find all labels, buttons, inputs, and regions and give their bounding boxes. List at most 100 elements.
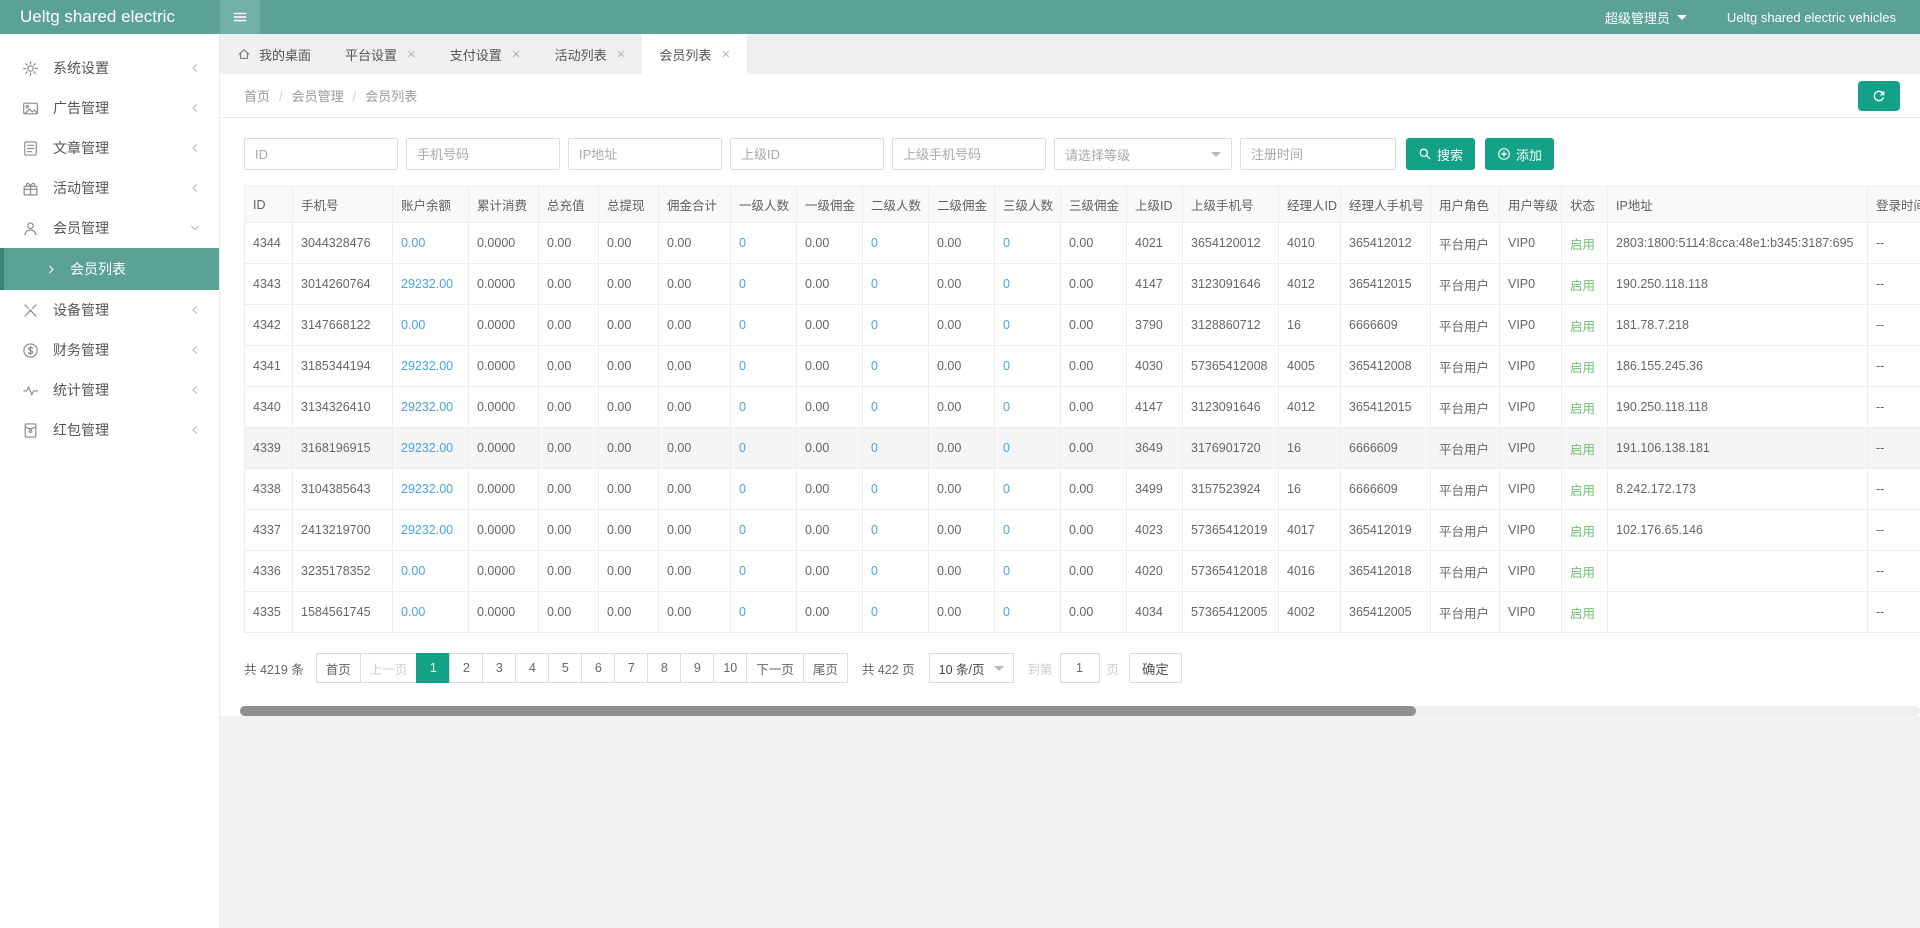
horizontal-scrollbar[interactable] — [240, 706, 1920, 716]
cell-lv1-count[interactable]: 0 — [731, 387, 797, 428]
cell-lv2-count[interactable]: 0 — [863, 510, 929, 551]
breadcrumb-item[interactable]: 首页 — [244, 89, 270, 104]
cell-status[interactable]: 启用 — [1562, 264, 1608, 305]
cell-lv2-count[interactable]: 0 — [863, 428, 929, 469]
breadcrumb-item[interactable]: 会员列表 — [365, 89, 417, 104]
cell-balance[interactable]: 29232.00 — [393, 387, 469, 428]
cell-balance[interactable]: 0.00 — [393, 223, 469, 264]
prev-page-button[interactable]: 上一页 — [360, 653, 418, 683]
cell-lv2-count[interactable]: 0 — [863, 223, 929, 264]
parent-phone-filter-input[interactable] — [892, 138, 1046, 170]
cell-balance[interactable]: 29232.00 — [393, 469, 469, 510]
refresh-button[interactable] — [1858, 81, 1900, 111]
next-page-button[interactable]: 下一页 — [746, 653, 804, 683]
page-button-5[interactable]: 5 — [548, 653, 582, 683]
sidebar-item-device[interactable]: 设备管理 — [0, 290, 219, 330]
cell-balance[interactable]: 0.00 — [393, 305, 469, 346]
cell-lv1-count[interactable]: 0 — [731, 510, 797, 551]
close-icon[interactable]: × — [407, 47, 416, 62]
close-icon[interactable]: × — [721, 47, 730, 62]
cell-balance[interactable]: 0.00 — [393, 551, 469, 592]
sidebar-item-activity[interactable]: 活动管理 — [0, 168, 219, 208]
id-filter-input[interactable] — [244, 138, 398, 170]
cell-lv1-count[interactable]: 0 — [731, 264, 797, 305]
tab-activity-list[interactable]: 活动列表× — [538, 34, 643, 74]
page-button-3[interactable]: 3 — [482, 653, 516, 683]
cell-lv3-count[interactable]: 0 — [995, 223, 1061, 264]
last-page-button[interactable]: 尾页 — [803, 653, 848, 683]
ip-filter-input[interactable] — [568, 138, 722, 170]
cell-status[interactable]: 启用 — [1562, 510, 1608, 551]
cell-status[interactable]: 启用 — [1562, 592, 1608, 633]
tab-payment[interactable]: 支付设置× — [433, 34, 538, 74]
cell-status[interactable]: 启用 — [1562, 428, 1608, 469]
sidebar-item-ads[interactable]: 广告管理 — [0, 88, 219, 128]
cell-status[interactable]: 启用 — [1562, 223, 1608, 264]
cell-lv1-count[interactable]: 0 — [731, 469, 797, 510]
cell-lv2-count[interactable]: 0 — [863, 305, 929, 346]
cell-lv2-count[interactable]: 0 — [863, 551, 929, 592]
phone-filter-input[interactable] — [406, 138, 560, 170]
page-button-8[interactable]: 8 — [647, 653, 681, 683]
cell-lv3-count[interactable]: 0 — [995, 305, 1061, 346]
cell-lv3-count[interactable]: 0 — [995, 592, 1061, 633]
cell-lv3-count[interactable]: 0 — [995, 346, 1061, 387]
cell-lv3-count[interactable]: 0 — [995, 428, 1061, 469]
cell-status[interactable]: 启用 — [1562, 305, 1608, 346]
tab-platform[interactable]: 平台设置× — [328, 34, 433, 74]
search-button[interactable]: 搜索 — [1406, 138, 1475, 170]
cell-balance[interactable]: 29232.00 — [393, 264, 469, 305]
close-icon[interactable]: × — [512, 47, 521, 62]
cell-status[interactable]: 启用 — [1562, 469, 1608, 510]
cell-lv2-count[interactable]: 0 — [863, 387, 929, 428]
add-button[interactable]: 添加 — [1485, 138, 1554, 170]
page-button-10[interactable]: 10 — [713, 653, 747, 683]
cell-lv3-count[interactable]: 0 — [995, 510, 1061, 551]
cell-lv1-count[interactable]: 0 — [731, 551, 797, 592]
page-button-6[interactable]: 6 — [581, 653, 615, 683]
page-button-7[interactable]: 7 — [614, 653, 648, 683]
cell-lv3-count[interactable]: 0 — [995, 387, 1061, 428]
cell-lv1-count[interactable]: 0 — [731, 305, 797, 346]
cell-status[interactable]: 启用 — [1562, 346, 1608, 387]
cell-lv2-count[interactable]: 0 — [863, 264, 929, 305]
close-icon[interactable]: × — [617, 47, 626, 62]
cell-lv2-count[interactable]: 0 — [863, 469, 929, 510]
cell-lv1-count[interactable]: 0 — [731, 428, 797, 469]
sidebar-item-stats[interactable]: 统计管理 — [0, 370, 219, 410]
sidebar-item-member[interactable]: 会员管理 — [0, 208, 219, 248]
tab-desktop[interactable]: 我的桌面 — [220, 34, 328, 74]
goto-confirm-button[interactable]: 确定 — [1129, 653, 1182, 683]
breadcrumb-item[interactable]: 会员管理 — [292, 89, 344, 104]
first-page-button[interactable]: 首页 — [316, 653, 361, 683]
cell-lv3-count[interactable]: 0 — [995, 551, 1061, 592]
cell-lv1-count[interactable]: 0 — [731, 346, 797, 387]
cell-status[interactable]: 启用 — [1562, 387, 1608, 428]
admin-role-dropdown[interactable]: 超级管理员 — [1605, 8, 1687, 27]
cell-lv2-count[interactable]: 0 — [863, 346, 929, 387]
per-page-select[interactable]: 10 条/页 — [929, 653, 1014, 683]
cell-lv3-count[interactable]: 0 — [995, 469, 1061, 510]
parent-id-filter-input[interactable] — [730, 138, 884, 170]
page-button-4[interactable]: 4 — [515, 653, 549, 683]
cell-balance[interactable]: 0.00 — [393, 592, 469, 633]
sidebar-item-finance[interactable]: 财务管理 — [0, 330, 219, 370]
cell-lv2-count[interactable]: 0 — [863, 592, 929, 633]
register-time-input[interactable] — [1240, 138, 1396, 170]
sidebar-item-redpacket[interactable]: 红包管理 — [0, 410, 219, 450]
sidebar-toggle-button[interactable] — [220, 0, 260, 34]
sidebar-item-article[interactable]: 文章管理 — [0, 128, 219, 168]
scrollbar-thumb[interactable] — [240, 706, 1416, 716]
page-button-2[interactable]: 2 — [449, 653, 483, 683]
tab-member-list[interactable]: 会员列表× — [642, 34, 747, 74]
sidebar-subitem-member-list[interactable]: 会员列表 — [0, 248, 219, 290]
page-button-9[interactable]: 9 — [680, 653, 714, 683]
cell-balance[interactable]: 29232.00 — [393, 428, 469, 469]
sidebar-item-system[interactable]: 系统设置 — [0, 48, 219, 88]
cell-balance[interactable]: 29232.00 — [393, 346, 469, 387]
level-select[interactable]: 请选择等级 — [1054, 138, 1232, 170]
cell-status[interactable]: 启用 — [1562, 551, 1608, 592]
page-button-1[interactable]: 1 — [416, 653, 450, 683]
cell-lv1-count[interactable]: 0 — [731, 223, 797, 264]
cell-lv1-count[interactable]: 0 — [731, 592, 797, 633]
